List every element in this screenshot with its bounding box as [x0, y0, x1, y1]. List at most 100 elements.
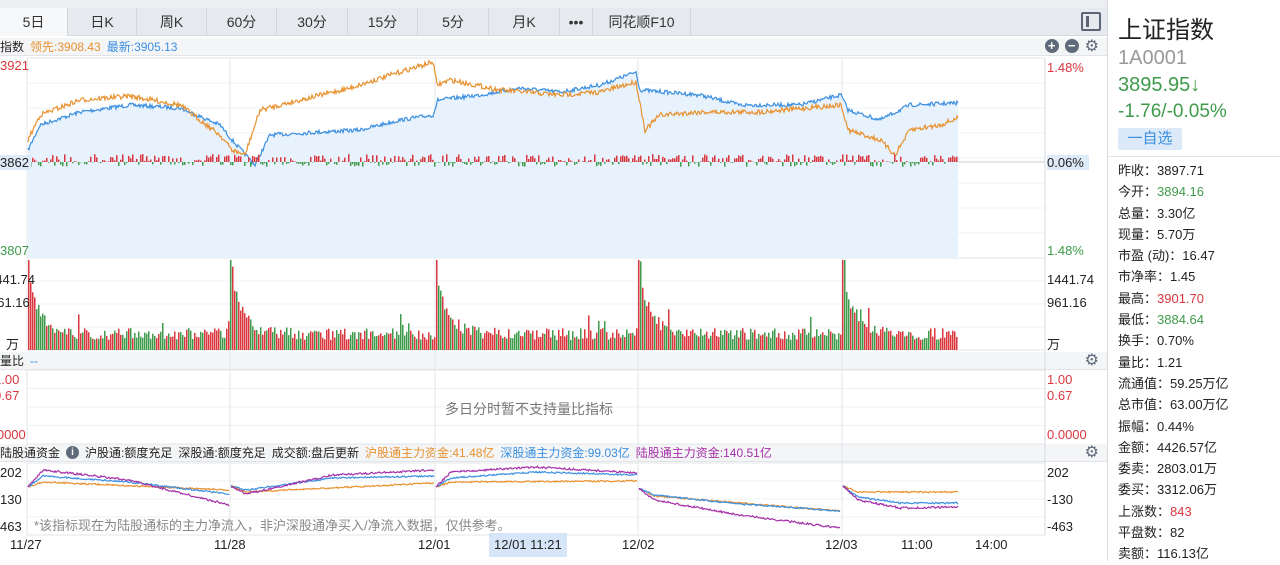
volume-bar — [138, 332, 140, 350]
volume-bar — [250, 319, 252, 350]
volume-bar — [472, 326, 474, 350]
net-bar — [836, 160, 838, 162]
volume-bar — [100, 336, 102, 350]
net-bar — [34, 160, 36, 162]
net-bar — [484, 161, 486, 162]
net-bar — [474, 157, 476, 162]
volume-bar — [90, 337, 92, 350]
volume-bar — [440, 291, 442, 350]
volume-bar — [454, 325, 456, 350]
net-bar — [116, 155, 118, 162]
volume-bar — [538, 337, 540, 350]
net-bar — [240, 157, 242, 162]
net-bar — [296, 162, 298, 163]
volume-bar — [428, 332, 430, 350]
stat-value: 0.44% — [1157, 419, 1194, 434]
volume-bar — [320, 333, 322, 350]
volume-bar — [360, 333, 362, 350]
volume-bar — [752, 332, 754, 350]
stat-row: 振幅：0.44% — [1108, 416, 1280, 437]
volume-bar — [194, 333, 196, 350]
volume-bar — [496, 334, 498, 350]
volume-bar — [244, 313, 246, 350]
volume-bar — [606, 332, 608, 350]
volume-bar — [812, 338, 814, 350]
volume-bar — [242, 307, 244, 350]
volume-bar — [782, 339, 784, 350]
volume-bar — [276, 334, 278, 350]
volume-bar — [354, 332, 356, 350]
stat-label: 总市值： — [1118, 397, 1170, 412]
stat-value: 82 — [1170, 525, 1184, 540]
volume-bar — [912, 336, 914, 350]
volume-bar — [120, 335, 122, 350]
volume-bar — [886, 328, 888, 350]
volume-bar — [806, 335, 808, 350]
volume-bar — [862, 321, 864, 350]
volume-bar — [268, 328, 270, 350]
volume-bar — [394, 339, 396, 350]
volume-bar — [460, 331, 462, 350]
volume-bar — [126, 331, 128, 350]
volume-bar — [570, 340, 572, 350]
volume-bar — [630, 333, 632, 350]
net-bar — [594, 154, 596, 162]
net-bar — [514, 158, 516, 162]
volume-bar — [86, 330, 88, 350]
net-bar — [902, 162, 904, 167]
volume-bar — [330, 340, 332, 350]
volume-bar — [668, 309, 670, 350]
net-bar — [308, 162, 310, 166]
net-bar — [414, 162, 416, 166]
watchlist-button[interactable]: 一自选 — [1118, 128, 1182, 150]
volume-bar — [814, 337, 816, 350]
volume-bar — [350, 335, 352, 350]
net-bar — [44, 160, 46, 162]
net-bar — [478, 156, 480, 162]
stat-row: 委卖：2803.01万 — [1108, 458, 1280, 479]
price-axis-top: 3921 — [0, 58, 29, 73]
net-bar — [842, 155, 844, 162]
net-bar — [568, 158, 570, 162]
volume-bar — [904, 337, 906, 350]
volume-bar — [74, 337, 76, 350]
volume-bar — [430, 335, 432, 350]
net-bar — [868, 155, 870, 162]
net-bar — [816, 157, 818, 162]
volume-bar — [434, 337, 436, 350]
volume-bar — [808, 333, 810, 350]
net-bar — [542, 162, 544, 163]
net-bar — [672, 158, 674, 162]
volume-bar — [858, 321, 860, 350]
volume-bar — [362, 339, 364, 350]
net-bar — [798, 159, 800, 162]
volume-bar — [542, 333, 544, 350]
volume-bar — [36, 309, 38, 350]
volume-bar — [44, 315, 46, 350]
stat-row: 上涨数：843 — [1108, 501, 1280, 522]
intraday-chart[interactable] — [0, 0, 1107, 561]
net-bar — [938, 161, 940, 162]
stat-label: 金额： — [1118, 440, 1157, 455]
net-bar — [50, 159, 52, 162]
volume-bar — [654, 316, 656, 350]
volume-bar — [332, 331, 334, 350]
sgt-flow-line — [28, 475, 229, 494]
volume-bar — [544, 334, 546, 350]
volume-bar — [392, 328, 394, 350]
volume-bar — [188, 328, 190, 350]
net-bar — [578, 159, 580, 162]
net-bar — [650, 162, 652, 166]
volume-bar — [574, 337, 576, 350]
volume-bar — [364, 331, 366, 350]
volume-bar — [894, 337, 896, 350]
volume-bar — [106, 336, 108, 350]
volume-bar — [676, 331, 678, 350]
volume-bar — [516, 333, 518, 350]
volume-bar — [680, 331, 682, 350]
net-bar — [416, 161, 418, 162]
volume-bar — [102, 338, 104, 350]
volume-bar — [672, 332, 674, 350]
net-bar — [160, 162, 162, 165]
stat-row: 最低：3884.64 — [1108, 309, 1280, 330]
